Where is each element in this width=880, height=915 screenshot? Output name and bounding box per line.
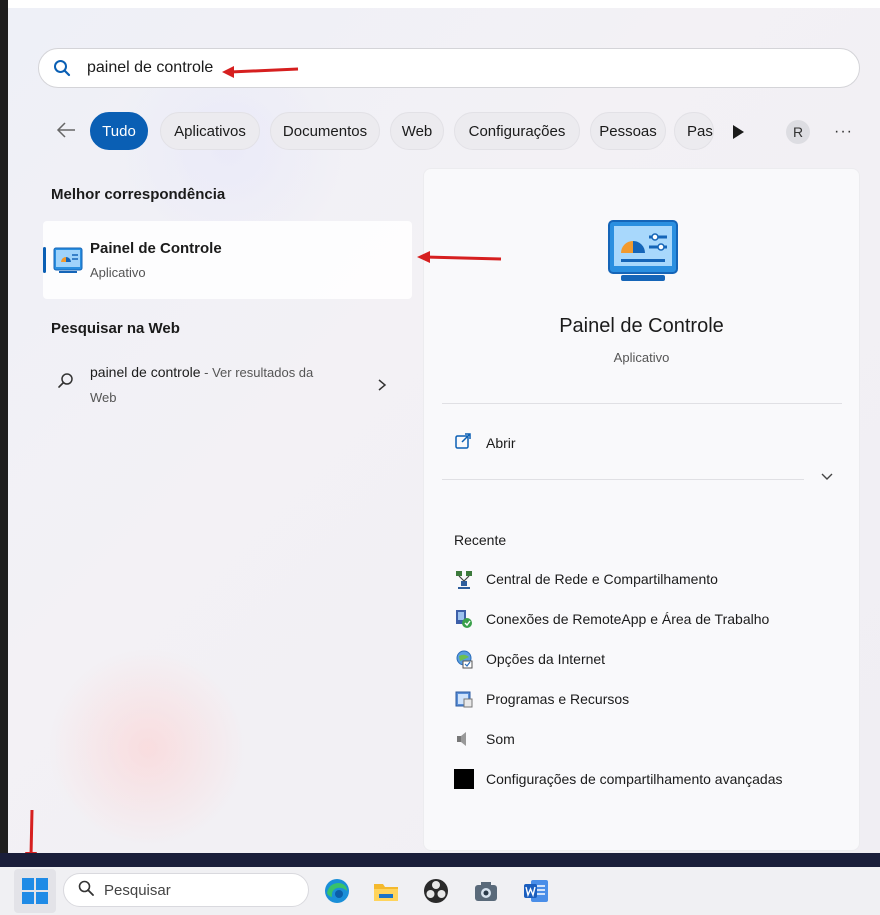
obs-icon[interactable]	[422, 877, 450, 905]
best-match-subtitle: Aplicativo	[90, 265, 146, 280]
open-label: Abrir	[486, 435, 516, 451]
recent-item-label: Conexões de RemoteApp e Área de Trabalho	[486, 611, 770, 627]
taskbar-search[interactable]: Pesquisar	[63, 873, 309, 907]
desktop-strip	[0, 853, 880, 867]
recent-item-programs[interactable]: Programas e Recursos	[454, 687, 629, 711]
best-match-card[interactable]: Painel de Controle Aplicativo	[43, 221, 412, 299]
web-search-result[interactable]: painel de controle - Ver resultados da W…	[43, 360, 412, 420]
screen-bezel	[0, 0, 8, 855]
open-external-icon	[454, 432, 472, 455]
control-panel-large-icon	[607, 219, 679, 283]
web-search-text: painel de controle - Ver resultados da W…	[90, 360, 350, 410]
best-match-heading: Melhor correspondência	[51, 186, 226, 203]
recent-item-remoteapp[interactable]: Conexões de RemoteApp e Área de Trabalho	[454, 607, 769, 631]
filter-documentos[interactable]: Documentos	[270, 112, 380, 150]
annotation-arrow-search	[222, 66, 299, 78]
detail-divider	[442, 403, 842, 404]
recent-item-sound[interactable]: Som	[454, 727, 515, 751]
best-match-title: Painel de Controle	[90, 240, 222, 257]
web-search-hint: - Ver resultados da	[200, 365, 314, 380]
annotation-arrow-result	[417, 251, 502, 263]
sharing-settings-icon	[454, 769, 474, 789]
search-panel: painel de controle Tudo Aplicativos Docu…	[8, 8, 880, 853]
recent-item-label: Opções da Internet	[486, 651, 606, 667]
detail-subtitle: Aplicativo	[613, 350, 670, 365]
file-explorer-icon[interactable]	[372, 877, 400, 905]
start-button[interactable]	[14, 869, 56, 913]
web-search-icon	[57, 372, 75, 390]
windows-logo-icon	[22, 878, 48, 904]
actions-divider	[442, 479, 804, 480]
remoteapp-icon	[454, 609, 474, 629]
sound-icon	[454, 729, 474, 749]
control-panel-icon	[53, 247, 83, 273]
taskbar: Pesquisar	[0, 867, 880, 915]
back-arrow-icon[interactable]	[54, 118, 78, 142]
detail-pane: Painel de Controle Aplicativo Abrir Rece…	[423, 168, 860, 851]
web-search-hint-cont: Web	[90, 390, 117, 405]
recent-item-label: Central de Rede e Compartilhamento	[486, 571, 718, 587]
more-options-icon[interactable]: ···	[834, 124, 853, 140]
chevron-right-icon	[377, 376, 387, 397]
recent-item-network-center[interactable]: Central de Rede e Compartilhamento	[454, 567, 718, 591]
filter-pessoas[interactable]: Pessoas	[590, 112, 666, 150]
detail-title: Painel de Controle	[559, 315, 724, 337]
recent-item-label: Programas e Recursos	[486, 691, 630, 707]
internet-options-icon	[454, 649, 474, 669]
programs-features-icon	[454, 689, 474, 709]
filter-aplicativos[interactable]: Aplicativos	[160, 112, 260, 150]
open-action[interactable]: Abrir	[454, 431, 516, 455]
selection-indicator	[43, 247, 46, 273]
recent-item-label: Som	[486, 731, 515, 747]
filter-configuracoes[interactable]: Configurações	[454, 112, 580, 150]
recent-item-internet-options[interactable]: Opções da Internet	[454, 647, 605, 671]
search-icon	[53, 59, 71, 77]
web-search-heading: Pesquisar na Web	[51, 320, 180, 337]
search-input[interactable]: painel de controle	[87, 59, 213, 77]
filter-web[interactable]: Web	[390, 112, 444, 150]
web-search-query: painel de controle	[90, 364, 201, 380]
recent-item-sharing[interactable]: Configurações de compartilhamento avança…	[454, 767, 783, 791]
recent-item-label: Configurações de compartilhamento avança…	[486, 771, 783, 787]
filter-pastas[interactable]: Pas	[674, 112, 714, 150]
camera-icon[interactable]	[472, 877, 500, 905]
search-box[interactable]: painel de controle	[38, 48, 860, 88]
scroll-filters-icon[interactable]	[731, 124, 745, 140]
recent-heading: Recente	[454, 532, 507, 548]
account-avatar[interactable]: R	[786, 120, 810, 144]
edge-icon[interactable]	[323, 877, 351, 905]
taskbar-search-icon	[78, 880, 94, 901]
word-icon[interactable]	[522, 877, 550, 905]
filter-tudo[interactable]: Tudo	[90, 112, 148, 150]
network-center-icon	[454, 569, 474, 589]
taskbar-search-label: Pesquisar	[104, 881, 171, 899]
chevron-down-icon[interactable]	[820, 469, 834, 483]
